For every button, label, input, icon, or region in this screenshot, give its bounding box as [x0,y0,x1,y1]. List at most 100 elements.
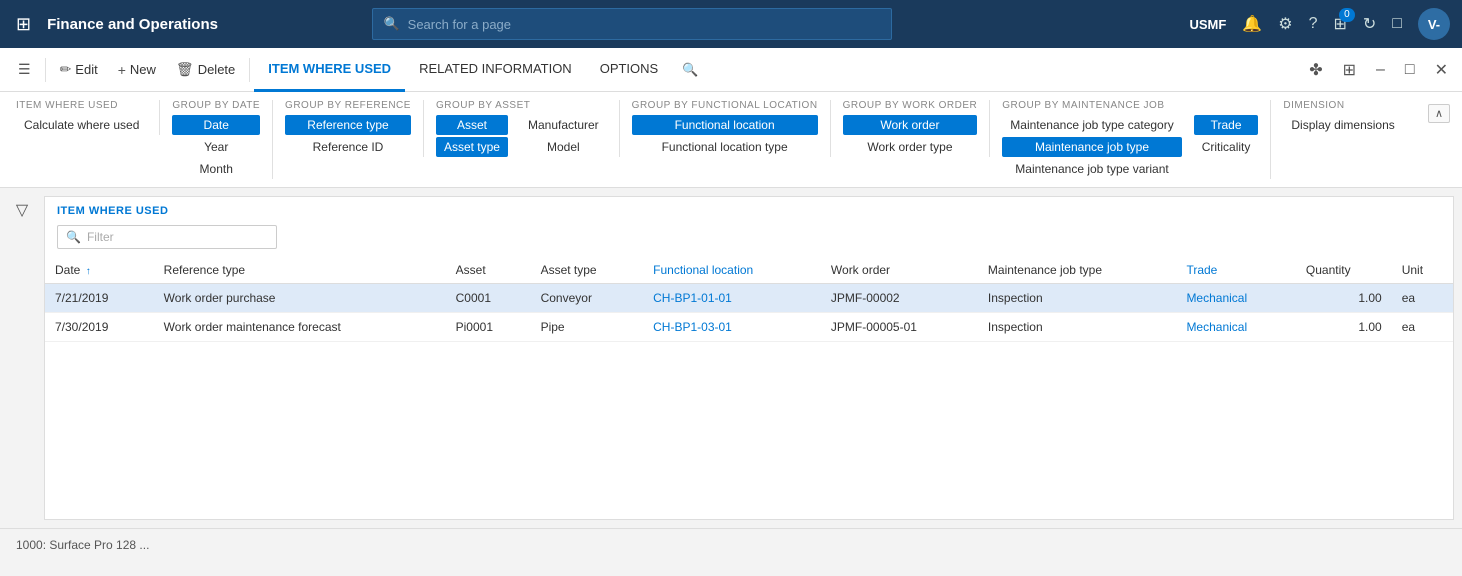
ribbon-col-mj-2: Trade Criticality [1194,115,1259,179]
ribbon-group-functional-location: GROUP BY FUNCTIONAL LOCATION Functional … [620,100,831,157]
edit-button[interactable]: ✏ Edit [50,48,108,92]
search-icon-tab: 🔍 [682,62,698,78]
edit-icon: ✏ [60,61,72,78]
search-input[interactable] [408,17,882,32]
ribbon-criticality[interactable]: Criticality [1194,137,1259,157]
search-icon: 🔍 [383,16,399,32]
separator-1 [45,58,46,82]
cell-mj-type-2: Inspection [978,313,1177,342]
grid-icon[interactable]: ⊞ [12,10,35,39]
ribbon-display-dimensions[interactable]: Display dimensions [1283,115,1402,135]
ribbon-items-dimension: Display dimensions [1283,115,1402,135]
maximize-icon[interactable]: □ [1392,15,1402,33]
ribbon-group-label-item-where-used: ITEM WHERE USED [16,100,147,111]
refresh-icon[interactable]: ↻ [1363,14,1376,34]
cell-trade-2[interactable]: Mechanical [1176,313,1295,342]
ribbon-group-label-work-order: GROUP BY WORK ORDER [843,100,978,111]
search-tab-icon[interactable]: 🔍 [672,48,708,92]
user-avatar[interactable]: V- [1418,8,1450,40]
table-row[interactable]: 7/30/2019 Work order maintenance forecas… [45,313,1453,342]
minimize-button[interactable]: – [1370,57,1391,83]
ribbon-group-label-dimension: DIMENSION [1283,100,1402,111]
table-scroll-area: Date ↑ Reference type Asset Asset type F… [45,257,1453,519]
ribbon-manufacturer[interactable]: Manufacturer [520,115,607,135]
ribbon-mj-category[interactable]: Maintenance job type category [1002,115,1181,135]
tab-related-information[interactable]: RELATED INFORMATION [405,48,586,92]
sort-arrow-date: ↑ [86,266,91,277]
col-header-functional-location: Functional location [643,257,821,284]
table-body: 7/21/2019 Work order purchase C0001 Conv… [45,284,1453,342]
tab-options[interactable]: OPTIONS [586,48,673,92]
cell-trade-1[interactable]: Mechanical [1176,284,1295,313]
ribbon-group-label-functional-location: GROUP BY FUNCTIONAL LOCATION [632,100,818,111]
separator-2 [249,58,250,82]
tab-item-where-used-label: ITEM WHERE USED [268,61,391,76]
ribbon-mj-type[interactable]: Maintenance job type [1002,137,1181,157]
search-bar[interactable]: 🔍 [372,8,892,40]
filter-input-wrap[interactable]: 🔍 [57,225,277,249]
table-header: Date ↑ Reference type Asset Asset type F… [45,257,1453,284]
ribbon-calculate-where-used[interactable]: Calculate where used [16,115,147,135]
ribbon-model[interactable]: Model [520,137,607,157]
ribbon-group-label-date: GROUP BY DATE [172,100,260,111]
notification-icon[interactable]: 🔔 [1242,14,1262,34]
ribbon-work-order-type[interactable]: Work order type [843,137,978,157]
cell-functional-location-2[interactable]: CH-BP1-03-01 [643,313,821,342]
ribbon-work-order[interactable]: Work order [843,115,978,135]
ribbon-items-functional-location: Functional location Functional location … [632,115,818,157]
maximize-button[interactable]: □ [1399,57,1421,83]
new-icon: + [118,62,126,78]
ribbon-reference-type[interactable]: Reference type [285,115,411,135]
ms-icon-button[interactable]: ⊞ [1337,56,1362,84]
new-button[interactable]: + New [108,48,166,92]
cell-work-order-1: JPMF-00002 [821,284,978,313]
ribbon-items-reference: Reference type Reference ID [285,115,411,157]
ribbon-asset-type[interactable]: Asset type [436,137,508,157]
delete-button[interactable]: 🗑 Delete [166,48,245,92]
ribbon-reference-id[interactable]: Reference ID [285,137,411,157]
ribbon-group-work-order: GROUP BY WORK ORDER Work order Work orde… [831,100,991,157]
pin-button[interactable]: ✤ [1303,56,1328,84]
ribbon-date[interactable]: Date [172,115,260,135]
ribbon-col-asset-2: Manufacturer Model [520,115,607,157]
ribbon-collapse-button[interactable]: ∧ [1428,104,1450,123]
filter-input[interactable] [87,230,268,244]
top-navigation: ⊞ Finance and Operations 🔍 USMF 🔔 ⚙ ? ⊞ … [0,0,1462,48]
ribbon-items-date: Date Year Month [172,115,260,179]
col-header-trade: Trade [1176,257,1295,284]
col-header-mj-type: Maintenance job type [978,257,1177,284]
col-header-date[interactable]: Date ↑ [45,257,154,284]
ribbon-col-asset-1: Asset Asset type [436,115,508,157]
ribbon-year[interactable]: Year [172,137,260,157]
cell-date-2: 7/30/2019 [45,313,154,342]
ribbon-functional-location[interactable]: Functional location [632,115,818,135]
tab-item-where-used[interactable]: ITEM WHERE USED [254,48,405,92]
cell-reference-type-1: Work order purchase [154,284,446,313]
ribbon-month[interactable]: Month [172,159,260,179]
ribbon-functional-location-type[interactable]: Functional location type [632,137,818,157]
cell-asset-type-2: Pipe [531,313,644,342]
cell-work-order-2: JPMF-00005-01 [821,313,978,342]
cell-unit-2: ea [1392,313,1453,342]
ribbon-group-label-maintenance-job: GROUP BY MAINTENANCE JOB [1002,100,1258,111]
ribbon-items-item-where-used: Calculate where used [16,115,147,135]
cell-date-1: 7/21/2019 [45,284,154,313]
table-area: ITEM WHERE USED 🔍 Date ↑ Reference type … [44,196,1454,520]
status-bar: 1000: Surface Pro 128 ... [0,528,1462,560]
hamburger-menu-button[interactable]: ☰ [8,48,41,92]
ribbon-mj-variant[interactable]: Maintenance job type variant [1002,159,1181,179]
ribbon-items-work-order: Work order Work order type [843,115,978,157]
filter-panel-icon[interactable]: ▽ [16,200,28,220]
settings-icon[interactable]: ⚙ [1278,14,1292,34]
menu-icon: ☰ [18,61,31,78]
delete-icon: 🗑 [176,61,194,78]
ribbon-cols-asset: Asset Asset type Manufacturer Model [436,115,607,157]
help-icon[interactable]: ? [1309,15,1318,33]
ribbon-asset[interactable]: Asset [436,115,508,135]
cell-quantity-2: 1.00 [1296,313,1392,342]
cell-reference-type-2: Work order maintenance forecast [154,313,446,342]
cell-functional-location-1[interactable]: CH-BP1-01-01 [643,284,821,313]
close-button[interactable]: ✕ [1429,56,1454,84]
table-row[interactable]: 7/21/2019 Work order purchase C0001 Conv… [45,284,1453,313]
ribbon-trade[interactable]: Trade [1194,115,1259,135]
